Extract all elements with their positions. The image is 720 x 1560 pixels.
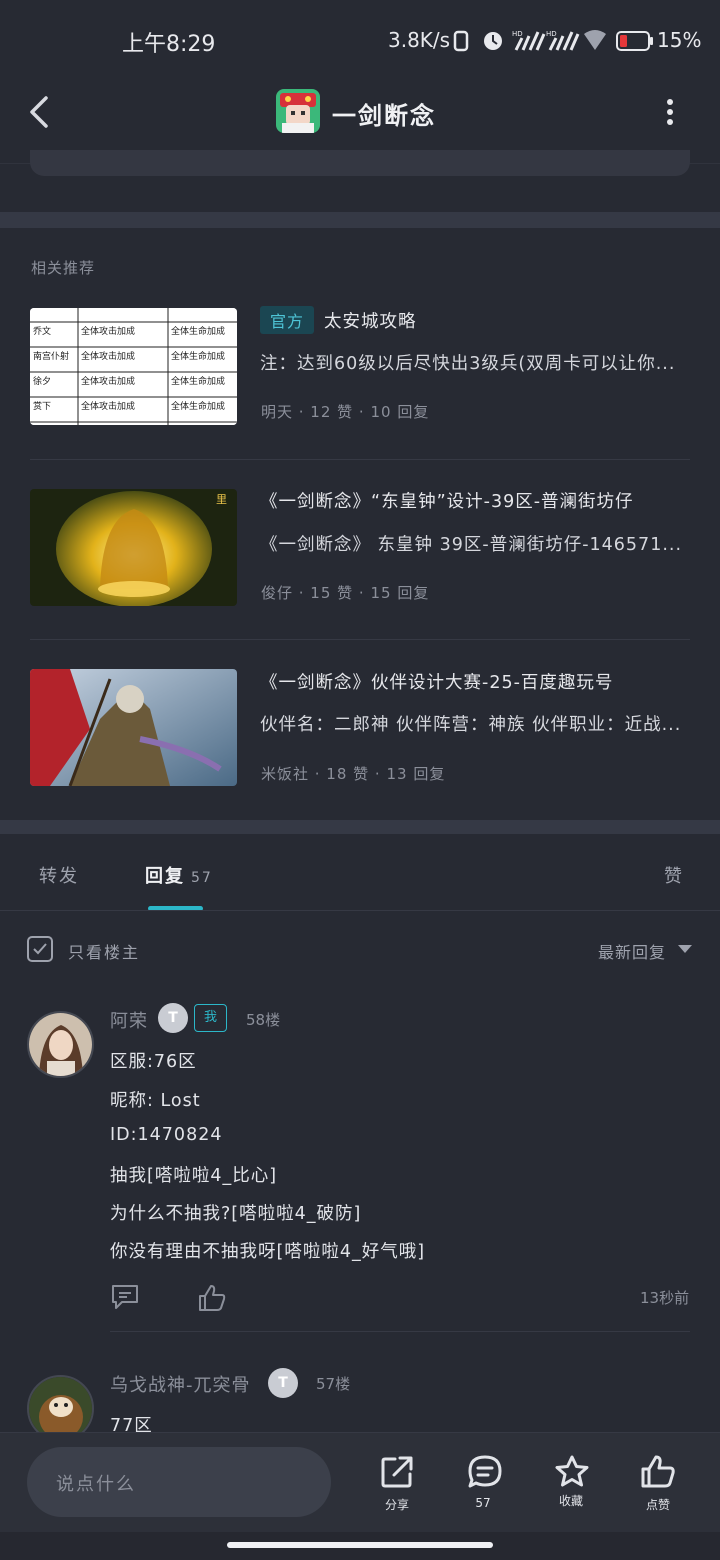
section-divider (0, 212, 720, 228)
game-logo-icon (276, 89, 320, 133)
comment-time: 13秒前 (640, 1289, 690, 1307)
sort-dropdown[interactable]: 最新回复 (598, 939, 666, 963)
svg-text:HD: HD (512, 30, 523, 38)
like-label[interactable]: 点赞 (628, 1496, 688, 1513)
vibrate-icon (453, 30, 469, 52)
rec-title[interactable]: 官方 太安城攻略 (260, 306, 417, 334)
rec-thumbnail-warrior[interactable] (30, 669, 237, 786)
comment-line: 为什么不抽我?[嗒啦啦4_破防] (110, 1204, 362, 1224)
tab-forward[interactable]: 转发 (39, 862, 79, 888)
rec-description[interactable]: 注：达到60级以后尽快出3级兵(双周卡可以让你... (260, 350, 692, 375)
post-content-end (30, 150, 690, 176)
battery-level: 15% (657, 28, 702, 52)
status-time: 上午8:29 (122, 32, 216, 57)
official-badge: 官方 (260, 306, 315, 334)
table-cell: 南宫仆射 (33, 350, 69, 362)
back-icon[interactable] (24, 92, 60, 132)
table-cell: 全体生命加成 (171, 375, 225, 387)
comment-line: 抽我[嗒啦啦4_比心] (110, 1166, 278, 1186)
related-recommendations-label: 相关推荐 (31, 259, 96, 277)
comment-input-placeholder[interactable]: 说点什么 (56, 1470, 136, 1496)
rec-description[interactable]: 伙伴名：二郎神 伙伴阵营：神族 伙伴职业：近战... (260, 711, 692, 736)
rec-thumbnail-bell[interactable]: 里 (30, 489, 237, 606)
comment-line: 区服:76区 (110, 1052, 197, 1072)
tab-reply-count: 57 (191, 870, 213, 886)
table-cell: 赏下 (33, 400, 51, 412)
home-indicator[interactable] (227, 1542, 493, 1548)
table-cell: 全体生命加成 (171, 400, 225, 412)
level-badge: T (268, 1368, 298, 1398)
comment-line: ID:1470824 (110, 1125, 223, 1145)
chevron-down-icon[interactable] (678, 945, 692, 953)
rec-title[interactable]: 《一剑断念》“东皇钟”设计-39区-普澜街坊仔 (260, 488, 634, 513)
divider (30, 459, 690, 460)
thumbs-up-icon[interactable] (197, 1283, 227, 1313)
share-label[interactable]: 分享 (367, 1496, 427, 1513)
avatar-image (29, 1377, 92, 1440)
warrior-image (30, 669, 237, 786)
table-cell: 全体攻击加成 (81, 325, 135, 337)
table-cell: 乔文 (33, 325, 51, 337)
bell-image: 里 (30, 489, 237, 606)
rec-title[interactable]: 《一剑断念》伙伴设计大赛-25-百度趣玩号 (260, 669, 613, 694)
signal-icon: HD (512, 30, 546, 51)
comment-line: 你没有理由不抽我呀[嗒啦啦4_好气哦] (110, 1242, 426, 1262)
table-cell: 徐夕 (33, 375, 51, 387)
commenter-name[interactable]: 乌戈战神-兀突骨 (110, 1371, 251, 1397)
star-icon[interactable] (554, 1454, 590, 1490)
floor-number: 57楼 (316, 1375, 351, 1393)
only-op-checkbox[interactable] (27, 936, 53, 962)
rec-thumbnail-table[interactable]: 乔文 全体攻击加成 全体生命加成 南宫仆射 全体攻击加成 全体生命加成 徐夕 全… (30, 308, 237, 425)
me-badge: 我 (194, 1004, 227, 1032)
floor-number: 58楼 (246, 1011, 281, 1029)
avatar-image (29, 1013, 92, 1076)
rec-meta: 明天 · 12 赞 · 10 回复 (261, 403, 430, 421)
tab-like[interactable]: 赞 (664, 862, 684, 888)
table-cell: 全体生命加成 (171, 350, 225, 362)
rec-description[interactable]: 《一剑断念》 东皇钟 39区-普澜街坊仔-146571... (260, 531, 692, 556)
table-cell: 全体攻击加成 (81, 375, 135, 387)
comment-count[interactable]: 57 (453, 1496, 513, 1510)
commenter-name[interactable]: 阿荣 (110, 1007, 148, 1033)
alarm-icon (484, 32, 502, 50)
only-op-label[interactable]: 只看楼主 (68, 939, 140, 963)
divider (110, 1331, 690, 1332)
rec-title-text: 太安城攻略 (324, 312, 417, 332)
more-options-icon[interactable] (656, 94, 684, 130)
level-badge: T (158, 1003, 188, 1033)
signal-icon-2: HD (546, 30, 580, 51)
like-icon[interactable] (640, 1454, 676, 1490)
rec-meta: 俊仔 · 15 赞 · 15 回复 (261, 584, 430, 602)
section-divider (0, 820, 720, 834)
comment-line: 昵称: Lost (110, 1091, 201, 1111)
comment-icon[interactable] (467, 1454, 503, 1490)
tabs-border (0, 910, 720, 911)
wifi-icon (584, 30, 606, 50)
tab-reply-label: 回复 (145, 866, 185, 887)
avatar[interactable] (27, 1011, 94, 1078)
tab-reply[interactable]: 回复 57 (145, 862, 213, 888)
table-cell: 全体攻击加成 (81, 400, 135, 412)
table-cell: 全体生命加成 (171, 325, 225, 337)
divider (30, 639, 690, 640)
svg-text:里: 里 (216, 493, 227, 506)
network-speed: 3.8K/s (388, 28, 451, 52)
reply-icon[interactable] (110, 1282, 140, 1312)
rec-meta: 米饭社 · 18 赞 · 13 回复 (261, 765, 446, 783)
table-image: 乔文 全体攻击加成 全体生命加成 南宫仆射 全体攻击加成 全体生命加成 徐夕 全… (30, 308, 237, 425)
status-bar (0, 0, 720, 80)
share-icon[interactable] (379, 1454, 415, 1490)
svg-text:HD: HD (546, 30, 557, 38)
table-cell: 全体攻击加成 (81, 350, 135, 362)
page-title: 一剑断念 (332, 102, 436, 130)
battery-icon (616, 31, 653, 51)
favorite-label[interactable]: 收藏 (541, 1492, 601, 1509)
